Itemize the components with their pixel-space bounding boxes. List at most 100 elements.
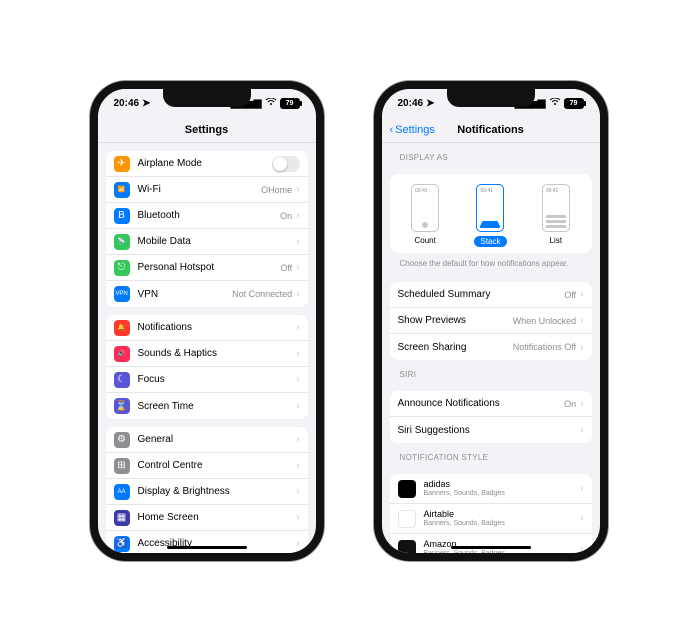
display-option-stack[interactable]: 09:41 Stack (474, 184, 506, 247)
row-label: Home Screen (138, 512, 297, 523)
row-announce-notifications[interactable]: Announce NotificationsOn› (390, 391, 592, 417)
display-brightness-icon: AA (114, 484, 130, 500)
amazon-app-icon (398, 540, 416, 554)
home-indicator[interactable] (451, 546, 531, 549)
chevron-right-icon: › (296, 374, 299, 385)
group-apps: adidasBanners, Sounds, Badges›AirtableBa… (390, 474, 592, 553)
row-airplane-mode[interactable]: ✈Airplane Mode (106, 151, 308, 177)
phone-preview-icon: 09:41 (542, 184, 570, 232)
row-accessibility[interactable]: ♿Accessibility› (106, 531, 308, 553)
row-sounds-haptics[interactable]: 🔊Sounds & Haptics› (106, 341, 308, 367)
row-focus[interactable]: ☾ Focus› (106, 367, 308, 393)
display-option-label: Stack (474, 236, 506, 247)
row-vpn[interactable]: VPNVPNNot Connected› (106, 281, 308, 307)
row-value: Off (280, 263, 292, 273)
chevron-right-icon: › (296, 348, 299, 359)
row-label: Bluetooth (138, 210, 281, 221)
chevron-right-icon: › (580, 315, 583, 326)
battery-icon: 79 (280, 98, 300, 109)
row-scheduled-summary[interactable]: Scheduled SummaryOff › (390, 282, 592, 308)
chevron-right-icon: › (296, 434, 299, 445)
row-label: Display & Brightness (138, 486, 297, 497)
row-control-centre[interactable]: ⊞Control Centre› (106, 453, 308, 479)
row-show-previews[interactable]: Show PreviewsWhen Unlocked› (390, 308, 592, 334)
app-row-adidas[interactable]: adidasBanners, Sounds, Badges› (390, 474, 592, 504)
app-name: Airtable (424, 510, 581, 520)
row-display-brightness[interactable]: AADisplay & Brightness› (106, 479, 308, 505)
wi-fi-icon: 📶 (114, 182, 130, 198)
nav-bar: Settings (98, 117, 316, 143)
section-header-display: DISPLAY AS (390, 143, 592, 166)
accessibility-icon: ♿ (114, 536, 130, 552)
chevron-right-icon: › (580, 289, 583, 300)
row-label: Scheduled Summary (398, 289, 565, 300)
preview-time: 09:41 (415, 188, 435, 194)
row-value: Notifications Off (513, 342, 576, 352)
group-connectivity: ✈Airplane Mode📶Wi-FiOHome›BBluetoothOn›📡… (106, 151, 308, 307)
settings-content[interactable]: ✈Airplane Mode📶Wi-FiOHome›BBluetoothOn›📡… (98, 143, 316, 553)
location-icon: ➤ (142, 98, 150, 109)
back-button[interactable]: ‹ Settings (390, 124, 435, 136)
chevron-right-icon: › (296, 512, 299, 523)
row-siri-suggestions[interactable]: Siri Suggestions› (390, 417, 592, 443)
location-icon: ➤ (426, 98, 434, 109)
group-notifications: 🔔Notifications›🔊Sounds & Haptics›☾Focus›… (106, 315, 308, 419)
screen-time-icon: ⌛ (114, 398, 130, 414)
row-label: Wi-Fi (138, 184, 262, 195)
row-mobile-data[interactable]: 📡Mobile Data› (106, 229, 308, 255)
nav-bar: ‹ Settings Notifications (382, 117, 600, 143)
adidas-app-icon (398, 480, 416, 498)
vpn-icon: VPN (114, 286, 130, 302)
chevron-right-icon: › (296, 210, 299, 221)
app-row-amazon[interactable]: AmazonBanners, Sounds, Badges› (390, 534, 592, 553)
app-row-airtable[interactable]: AirtableBanners, Sounds, Badges› (390, 504, 592, 534)
row-value: Off (564, 290, 576, 300)
row-label: Siri Suggestions (398, 425, 581, 436)
chevron-right-icon: › (580, 398, 583, 409)
chevron-right-icon: › (296, 262, 299, 273)
row-notifications[interactable]: 🔔 Notifications› (106, 315, 308, 341)
chevron-right-icon: › (296, 289, 299, 300)
airtable-app-icon (398, 510, 416, 528)
preview-time: 09:41 (480, 188, 500, 194)
chevron-right-icon: › (580, 543, 583, 553)
row-bluetooth[interactable]: BBluetoothOn› (106, 203, 308, 229)
row-value: When Unlocked (513, 316, 577, 326)
row-home-screen[interactable]: ▦Home Screen› (106, 505, 308, 531)
home-indicator[interactable] (167, 546, 247, 549)
display-option-list[interactable]: 09:41 List (542, 184, 570, 247)
mobile-data-icon: 📡 (114, 234, 130, 250)
toggle-airplane-mode[interactable] (272, 156, 300, 172)
display-hint: Choose the default for how notifications… (390, 253, 592, 274)
general-icon: ⚙ (114, 432, 130, 448)
row-label: Announce Notifications (398, 398, 565, 409)
notch (163, 89, 251, 107)
row-label: Notifications (138, 322, 297, 333)
row-screen-time[interactable]: ⌛Screen Time› (106, 393, 308, 419)
notifications-icon: 🔔 (114, 320, 130, 336)
group-schedule: Scheduled SummaryOff›Show PreviewsWhen U… (390, 282, 592, 360)
focus-icon: ☾ (114, 372, 130, 388)
row-personal-hotspot[interactable]: ⎋Personal HotspotOff› (106, 255, 308, 281)
section-header-siri: SIRI (390, 360, 592, 383)
row-label: Mobile Data (138, 236, 297, 247)
row-label: Personal Hotspot (138, 262, 281, 273)
chevron-right-icon: › (296, 322, 299, 333)
control-centre-icon: ⊞ (114, 458, 130, 474)
notifications-content[interactable]: DISPLAY AS 09:41Count09:41Stack09:41List… (382, 143, 600, 553)
row-general[interactable]: ⚙General› (106, 427, 308, 453)
display-option-label: List (550, 236, 562, 245)
row-label: Airplane Mode (138, 158, 272, 169)
row-label: Focus (138, 374, 297, 385)
bluetooth-icon: B (114, 208, 130, 224)
chevron-right-icon: › (580, 483, 583, 494)
group-siri: Announce NotificationsOn›Siri Suggestion… (390, 391, 592, 443)
display-option-count[interactable]: 09:41Count (411, 184, 439, 247)
app-name: adidas (424, 480, 581, 490)
row-screen-sharing[interactable]: Screen SharingNotifications Off› (390, 334, 592, 360)
phone-notifications: 20:46 ➤ ▂▃▅▆ 79 ‹ Settings Notifications… (374, 81, 608, 561)
row-wi-fi[interactable]: 📶Wi-FiOHome› (106, 177, 308, 203)
row-label: Show Previews (398, 315, 513, 326)
back-label: Settings (395, 124, 435, 136)
row-label: Control Centre (138, 460, 297, 471)
